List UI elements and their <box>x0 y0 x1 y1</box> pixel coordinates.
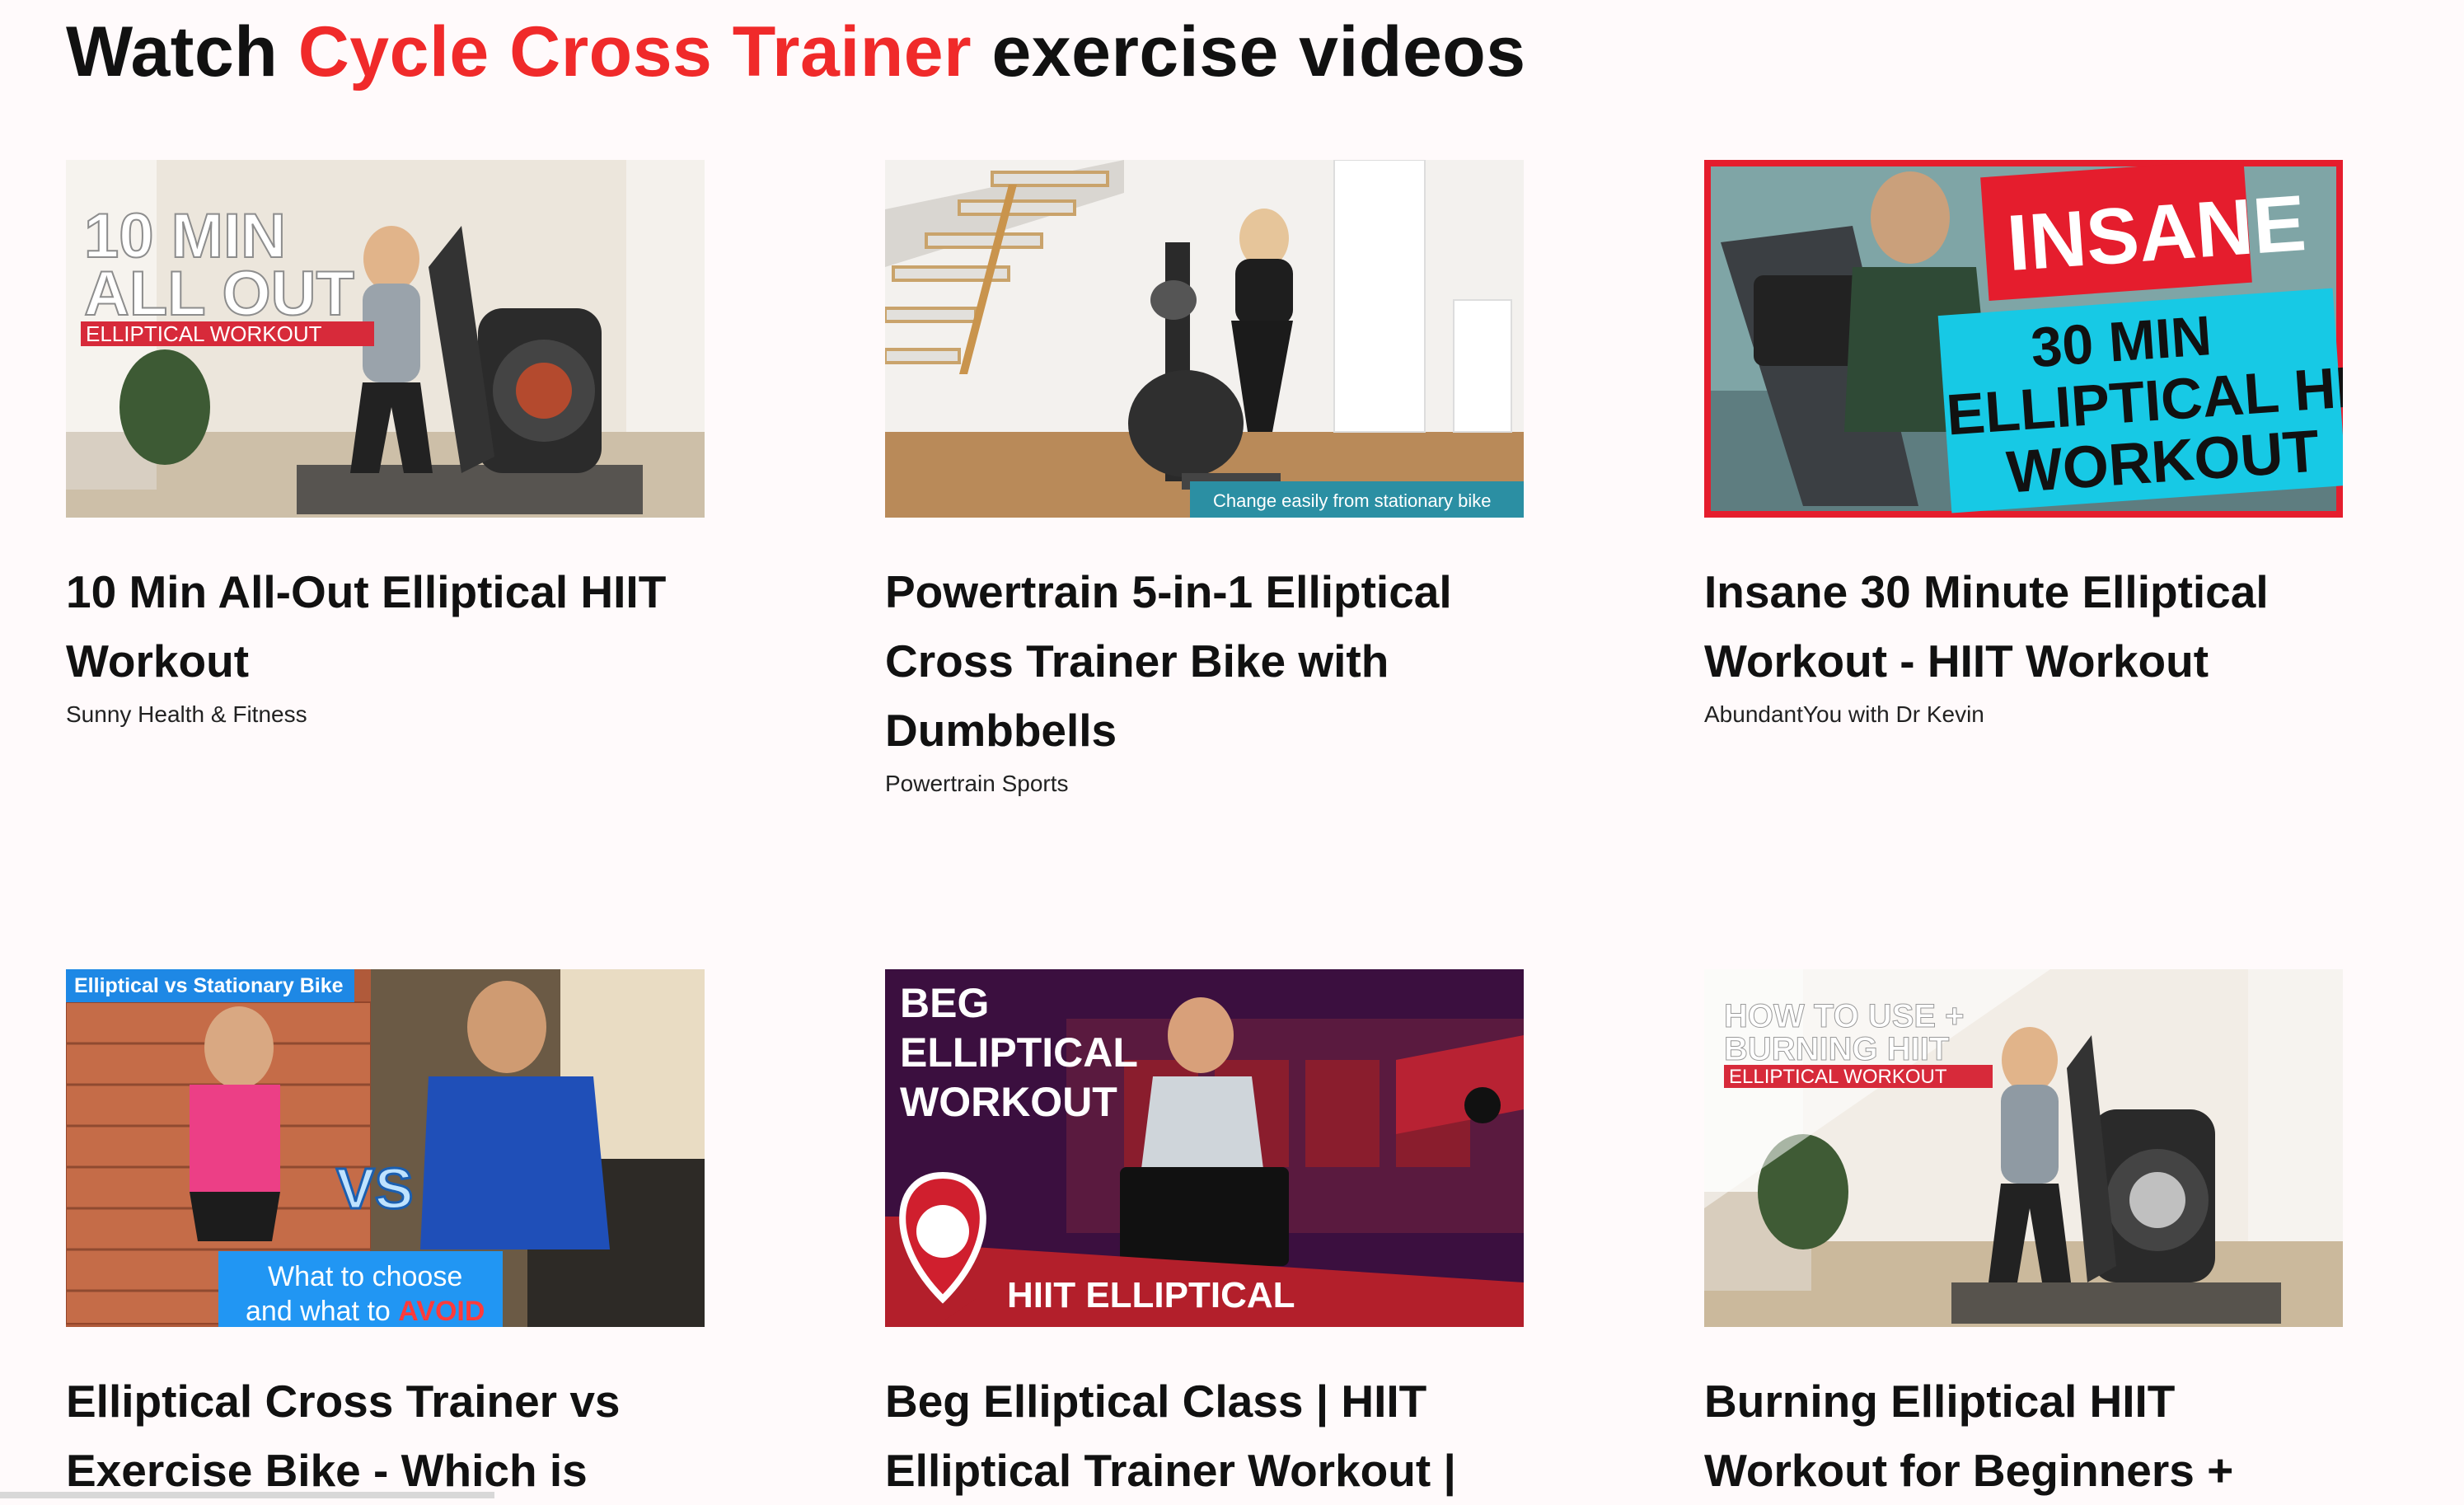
thumbnail-image: Elliptical vs Stationary Bike VS What to… <box>66 969 705 1327</box>
thumb-text-howto: HOW TO USE + <box>1724 998 1965 1034</box>
thumb-text-burning: BURNING HIIT <box>1724 1031 1949 1067</box>
video-title[interactable]: Beg Elliptical Class | HIIT Elliptical T… <box>885 1367 1524 1505</box>
title-prefix: Watch <box>66 12 298 91</box>
video-card[interactable]: Change easily from stationary bike Power… <box>885 160 1524 799</box>
thumbnail-image: Change easily from stationary bike <box>885 160 1524 518</box>
video-title[interactable]: 10 Min All-Out Elliptical HIIT Workout <box>66 557 705 696</box>
thumb-text-beg: BEG <box>900 980 989 1026</box>
video-card[interactable]: INSANE 30 MIN ELLIPTICAL HIIT WORKOUT In… <box>1704 160 2343 730</box>
thumb-text-workout-label: ELLIPTICAL WORKOUT <box>1729 1066 1947 1088</box>
video-card[interactable]: HOW TO USE + BURNING HIIT ELLIPTICAL WOR… <box>1704 969 2343 1505</box>
video-channel[interactable]: Sunny Health & Fitness <box>66 699 705 730</box>
video-thumbnail[interactable]: INSANE 30 MIN ELLIPTICAL HIIT WORKOUT <box>1704 160 2343 518</box>
video-thumbnail[interactable]: HOW TO USE + BURNING HIIT ELLIPTICAL WOR… <box>1704 969 2343 1327</box>
video-thumbnail[interactable]: 10 MIN ALL OUT ELLIPTICAL WORKOUT <box>66 160 705 518</box>
thumb-text-avoid-line: and what to AVOID <box>246 1296 485 1327</box>
thumb-text-elliptical: ELLIPTICAL <box>900 1029 1138 1076</box>
thumb-text-hiit: HIIT ELLIPTICAL <box>1007 1275 1295 1315</box>
thumb-text-line2: ALL OUT <box>84 259 354 329</box>
page-title: Watch Cycle Cross Trainer exercise video… <box>66 7 1526 97</box>
video-title[interactable]: Insane 30 Minute Elliptical Workout - HI… <box>1704 557 2343 696</box>
video-title[interactable]: Burning Elliptical HIIT Workout for Begi… <box>1704 1367 2343 1505</box>
horizontal-scrollbar[interactable] <box>0 1492 494 1498</box>
title-accent: Cycle Cross Trainer <box>297 12 972 91</box>
thumb-text-topic: Elliptical vs Stationary Bike <box>74 974 344 997</box>
thumb-text-line3: ELLIPTICAL WORKOUT <box>86 321 322 346</box>
video-channel[interactable]: Powertrain Sports <box>885 768 1524 799</box>
thumb-text-vs: VS <box>336 1156 413 1221</box>
thumb-text-choose: What to choose <box>268 1261 462 1292</box>
title-suffix: exercise videos <box>972 12 1526 91</box>
thumbnail-image: BEG ELLIPTICAL WORKOUT HIIT ELLIPTICAL <box>885 969 1524 1327</box>
video-title[interactable]: Elliptical Cross Trainer vs Exercise Bik… <box>66 1367 705 1505</box>
thumbnail-image: INSANE 30 MIN ELLIPTICAL HIIT WORKOUT <box>1704 160 2343 518</box>
video-title[interactable]: Powertrain 5-in-1 Elliptical Cross Train… <box>885 557 1524 765</box>
video-card[interactable]: 10 MIN ALL OUT ELLIPTICAL WORKOUT 10 Min… <box>66 160 705 730</box>
thumbnail-image: 10 MIN ALL OUT ELLIPTICAL WORKOUT <box>66 160 705 518</box>
video-thumbnail[interactable]: Change easily from stationary bike <box>885 160 1524 518</box>
video-channel[interactable]: AbundantYou with Dr Kevin <box>1704 699 2343 730</box>
video-card[interactable]: Elliptical vs Stationary Bike VS What to… <box>66 969 705 1505</box>
thumb-text-workout: WORKOUT <box>900 1079 1117 1125</box>
thumbnail-image: HOW TO USE + BURNING HIIT ELLIPTICAL WOR… <box>1704 969 2343 1327</box>
thumb-caption: Change easily from stationary bike <box>1213 490 1492 511</box>
video-thumbnail[interactable]: BEG ELLIPTICAL WORKOUT HIIT ELLIPTICAL <box>885 969 1524 1327</box>
video-card[interactable]: BEG ELLIPTICAL WORKOUT HIIT ELLIPTICAL B… <box>885 969 1524 1505</box>
video-thumbnail[interactable]: Elliptical vs Stationary Bike VS What to… <box>66 969 705 1327</box>
